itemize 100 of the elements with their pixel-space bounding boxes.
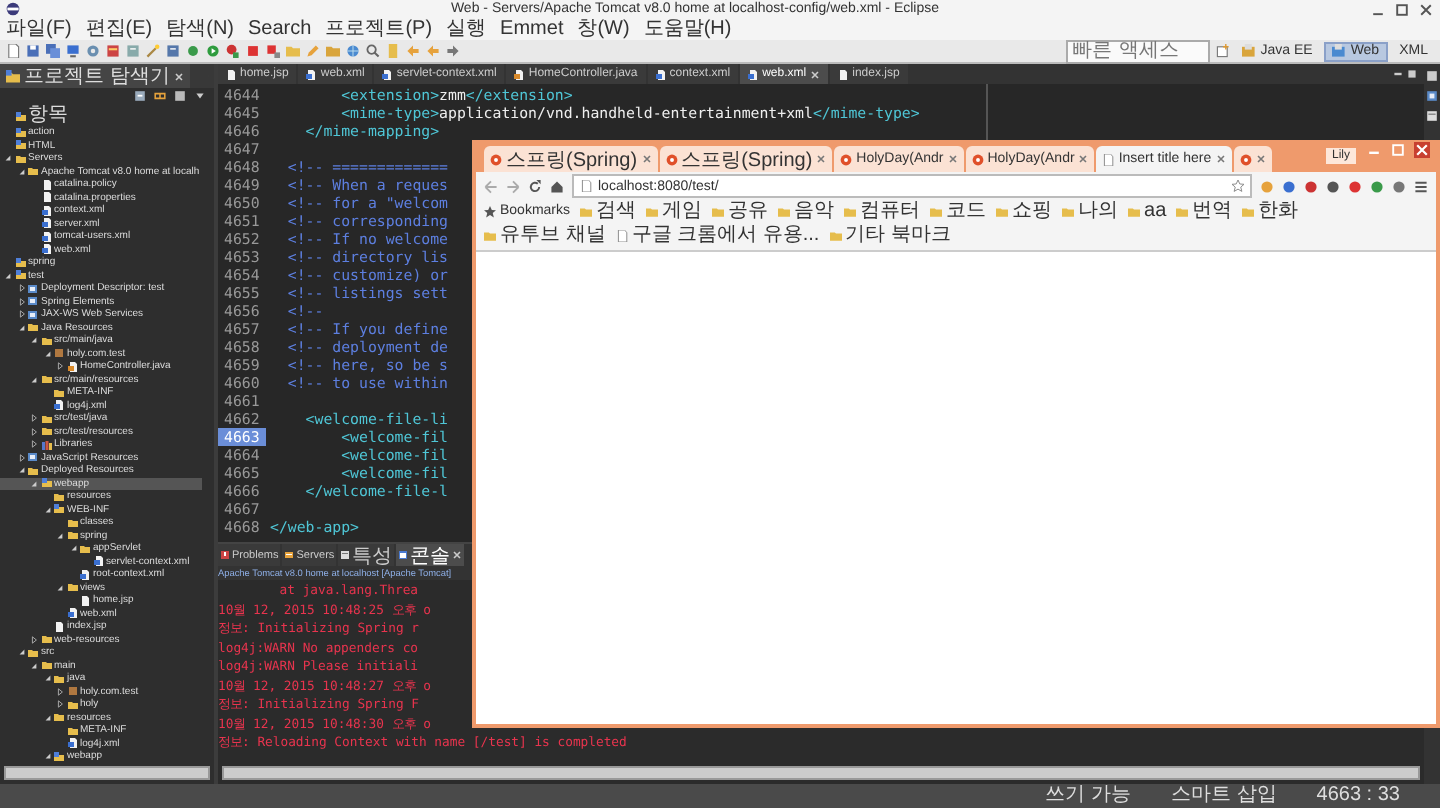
toggle-triangle-icon[interactable] (17, 648, 25, 657)
server-icon[interactable] (106, 44, 120, 58)
panel-tab[interactable]: 콘솔 (396, 544, 465, 566)
toggle-triangle-icon[interactable] (30, 479, 38, 488)
view-tab[interactable]: 프로젝트 탐색기 (0, 64, 190, 88)
toggle-triangle-icon[interactable] (43, 349, 51, 358)
close-icon[interactable] (1418, 1, 1434, 17)
restore-icon[interactable] (1426, 70, 1438, 82)
toggle-triangle-icon[interactable] (17, 167, 25, 176)
toggle-triangle-icon[interactable] (43, 505, 51, 514)
run-config-icon[interactable] (226, 44, 240, 58)
toggle-triangle-icon[interactable] (30, 661, 38, 670)
home-icon[interactable] (550, 179, 564, 193)
toggle-triangle-icon[interactable] (17, 453, 25, 462)
menu-item[interactable]: Search (248, 18, 312, 40)
globe-icon[interactable] (346, 44, 360, 58)
run-icon[interactable] (206, 44, 220, 58)
bookmark[interactable]: 공유 (712, 200, 769, 224)
toggle-triangle-icon[interactable] (30, 427, 38, 436)
menu-item[interactable]: 탐색(N) (166, 18, 235, 40)
star-icon[interactable] (1232, 180, 1244, 192)
bookmark[interactable]: 검색 (580, 200, 637, 224)
menu-item[interactable]: Emmet (500, 18, 564, 40)
toggle-triangle-icon[interactable] (30, 635, 38, 644)
bookmark[interactable]: 음악 (778, 200, 835, 224)
stop-config-icon[interactable] (266, 44, 280, 58)
quick-access-field[interactable]: 빠른 액세스 (1066, 39, 1211, 63)
save-icon[interactable] (26, 44, 40, 58)
new-file-icon[interactable] (6, 44, 20, 58)
bookmark[interactable]: 구글 크롬에서 유용... (615, 224, 820, 248)
monitor-icon[interactable] (66, 44, 80, 58)
bookmark[interactable]: 유투브 채널 (484, 224, 606, 248)
menu-item[interactable]: 창(W) (577, 18, 630, 40)
toggle-triangle-icon[interactable] (43, 752, 51, 761)
close-icon[interactable] (816, 154, 827, 164)
save-all-icon[interactable] (46, 44, 60, 58)
toggle-triangle-icon[interactable] (56, 583, 64, 592)
bookmark[interactable]: 코드 (930, 200, 987, 224)
toggle-triangle-icon[interactable] (43, 674, 51, 683)
bookmark[interactable]: 게임 (646, 200, 703, 224)
toggle-triangle-icon[interactable] (30, 414, 38, 423)
maximize-icon[interactable] (1406, 68, 1418, 80)
filter-icon[interactable] (174, 90, 186, 102)
toggle-triangle-icon[interactable] (30, 440, 38, 449)
arrow-right-icon[interactable] (446, 44, 460, 58)
toggle-triangle-icon[interactable] (56, 362, 64, 371)
close-icon[interactable] (1078, 154, 1089, 164)
menu-item[interactable]: 프로젝트(P) (325, 18, 433, 40)
toggle-triangle-icon[interactable] (30, 375, 38, 384)
menu-icon[interactable] (1414, 179, 1428, 193)
gear-icon[interactable] (86, 44, 100, 58)
bookmark[interactable]: 번역 (1176, 200, 1233, 224)
toggle-triangle-icon[interactable] (4, 271, 12, 280)
bookmark[interactable]: 컴퓨터 (844, 200, 921, 224)
toggle-triangle-icon[interactable] (17, 310, 25, 319)
bookmark[interactable]: 한화 (1242, 200, 1299, 224)
toggle-triangle-icon[interactable] (17, 297, 25, 306)
link-icon[interactable] (154, 90, 166, 102)
browser-tab[interactable]: 스프링(Spring) (484, 146, 658, 172)
scrollbar[interactable] (4, 766, 210, 780)
toggle-triangle-icon[interactable] (4, 154, 12, 163)
stop-icon[interactable] (246, 44, 260, 58)
close-icon[interactable] (641, 154, 652, 164)
bookmark[interactable]: 기타 북마크 (829, 224, 951, 248)
browser-tab[interactable] (1233, 146, 1272, 172)
wand-icon[interactable] (146, 44, 160, 58)
debug-icon[interactable] (186, 44, 200, 58)
menu-item[interactable]: 편집(E) (85, 18, 153, 40)
tree-item[interactable]: 항목 (0, 106, 202, 126)
menu-item[interactable]: 파일(F) (6, 18, 72, 40)
maximize-icon[interactable] (1394, 1, 1410, 17)
close-icon[interactable] (1255, 154, 1266, 164)
minimize-icon[interactable] (1392, 68, 1404, 80)
close-icon[interactable] (947, 154, 958, 164)
toggle-triangle-icon[interactable] (17, 466, 25, 475)
bookmark[interactable]: 나의 (1062, 200, 1119, 224)
toggle-triangle-icon[interactable] (69, 544, 77, 553)
toggle-triangle-icon[interactable] (56, 700, 64, 709)
page-icon (615, 230, 628, 242)
collapse-all-icon[interactable] (134, 90, 146, 102)
outline-icon[interactable] (1426, 90, 1438, 102)
document-icon[interactable] (166, 44, 180, 58)
toggle-triangle-icon[interactable] (30, 336, 38, 345)
open-perspective-icon[interactable] (1216, 44, 1231, 58)
toggle-triangle-icon[interactable] (56, 687, 64, 696)
task-list-icon[interactable] (1426, 110, 1438, 122)
menu-item[interactable]: 실행 (446, 18, 487, 40)
scrollbar[interactable] (222, 766, 1420, 780)
panel-tab[interactable]: 특성 (338, 544, 395, 566)
search-icon[interactable] (366, 44, 380, 58)
reload-icon[interactable] (528, 179, 542, 193)
close-icon[interactable] (1215, 154, 1226, 164)
bookmark[interactable]: aa (1128, 200, 1167, 224)
toggle-triangle-icon[interactable] (43, 713, 51, 722)
toggle-triangle-icon[interactable] (56, 531, 64, 540)
browser-tab[interactable]: 스프링(Spring) (659, 146, 833, 172)
toggle-triangle-icon[interactable] (17, 323, 25, 332)
toggle-triangle-icon[interactable] (17, 284, 25, 293)
bookmark[interactable]: 쇼핑 (996, 200, 1053, 224)
menu-item[interactable]: 도움말(H) (643, 18, 732, 40)
